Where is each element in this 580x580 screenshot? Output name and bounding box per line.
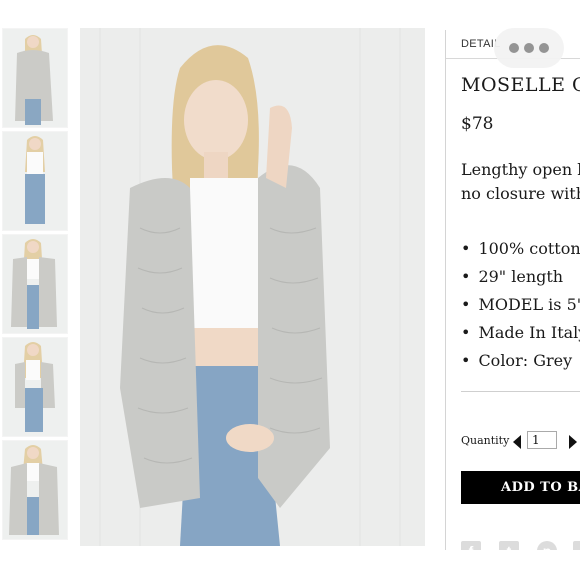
tumblr-icon[interactable]: t [573,541,580,550]
twitter-icon[interactable]: t [499,541,519,550]
feature-item: Color: Grey [461,347,580,375]
quantity-decrease-icon[interactable] [513,435,521,449]
add-to-bag-button[interactable]: ADD TO BAG [461,471,580,504]
typing-indicator-bubble [494,28,564,68]
quantity-input[interactable] [527,431,557,449]
product-title: MOSELLE CA [461,74,580,96]
thumbnail-2-image [3,132,67,230]
thumbnail-5-image [3,441,67,539]
thumbnail-1[interactable] [2,28,68,128]
description-line: Lengthy open k [461,160,580,179]
quantity-label: Quantity [461,434,510,447]
thumbnail-3-image [3,235,67,333]
feature-item: 100% cotton [461,235,580,263]
product-price: $78 [461,114,494,134]
thumbnail-2[interactable] [2,131,68,231]
thumbnail-4[interactable] [2,337,68,437]
quantity-selector: Quantity [461,430,580,454]
model-photo [80,28,425,546]
quantity-increase-icon[interactable] [569,435,577,449]
typing-dot [509,43,519,53]
feature-item: 29" length [461,263,580,291]
social-share-bar: f t p t [461,541,580,550]
typing-dot [539,43,549,53]
feature-item: MODEL is 5'9" [461,291,580,319]
section-divider [461,391,580,392]
thumbnail-4-image [3,338,67,436]
feature-list: 100% cotton 29" length MODEL is 5'9" Mad… [461,235,580,375]
thumbnail-3[interactable] [2,234,68,334]
product-detail-panel: DETAIL MOSELLE CA $78 Lengthy open k no … [445,30,580,550]
main-product-image [80,28,425,546]
pinterest-icon[interactable]: p [537,541,557,550]
thumbnail-5[interactable] [2,440,68,540]
facebook-icon[interactable]: f [461,541,481,550]
description-line: no closure with [461,184,580,203]
product-description: Lengthy open k no closure with [461,158,580,206]
thumbnail-1-image [3,29,67,127]
feature-item: Made In Italy [461,319,580,347]
typing-dot [524,43,534,53]
